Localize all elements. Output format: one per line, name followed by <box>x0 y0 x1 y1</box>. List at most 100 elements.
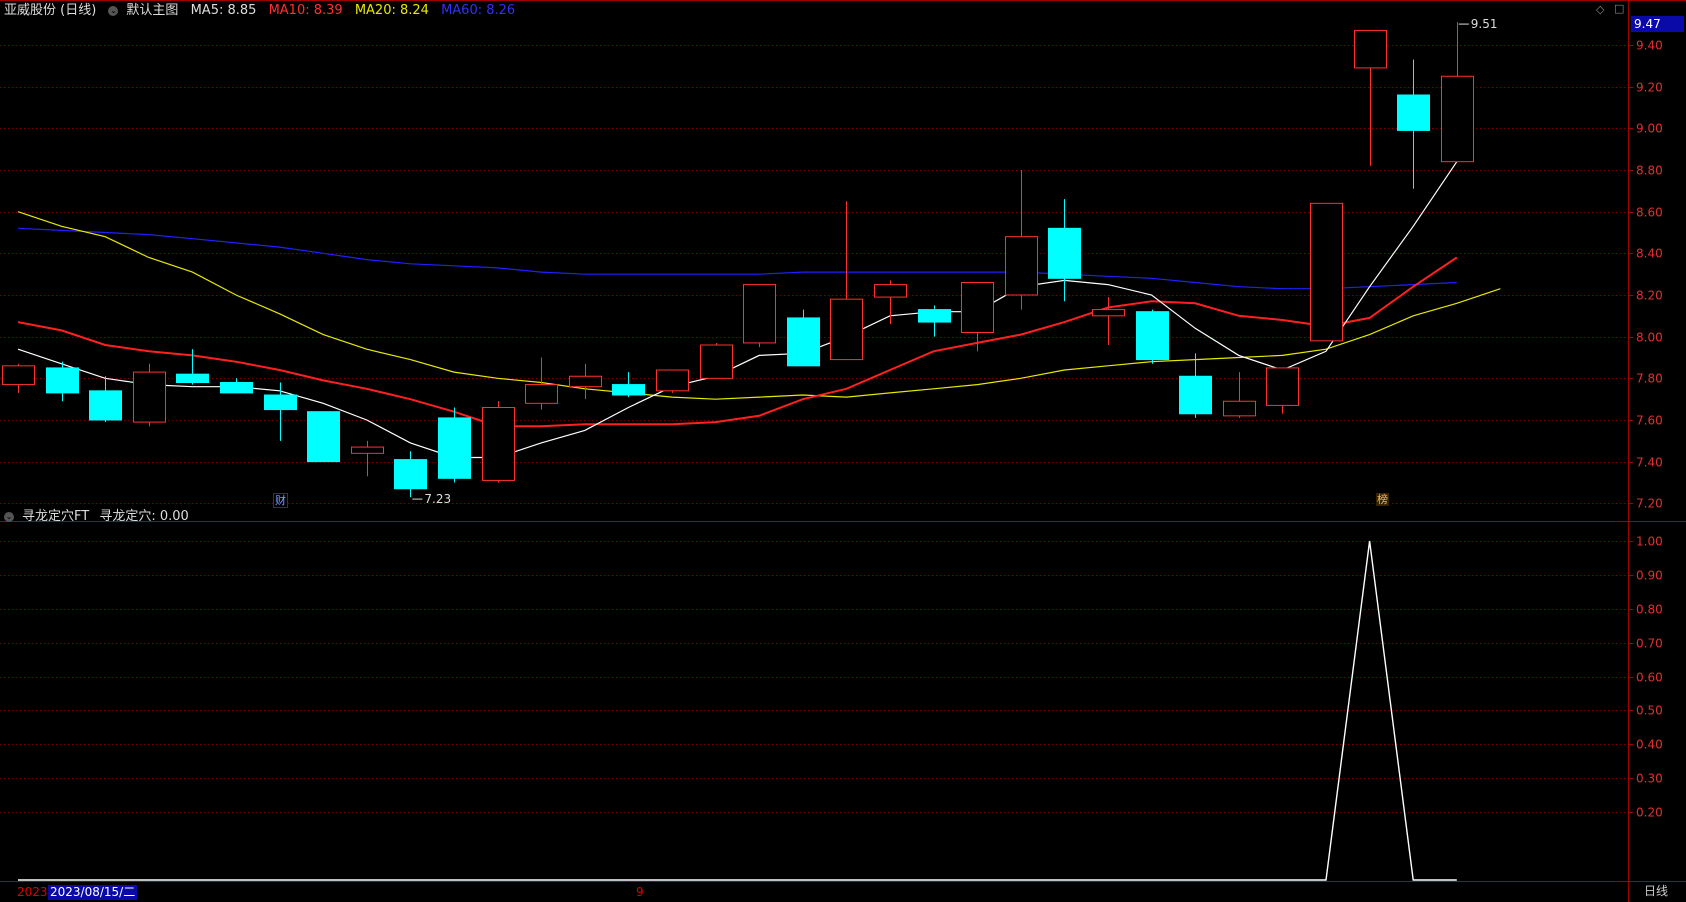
price-annotation: 7.23 <box>424 492 451 506</box>
candle-body <box>525 384 558 404</box>
candle-up <box>743 284 776 348</box>
candle-body <box>351 446 384 454</box>
candle-body <box>394 459 427 490</box>
candle-body <box>133 371 166 423</box>
candle-body <box>482 407 515 481</box>
candle-down <box>264 382 297 441</box>
main-chart-header: 亚威股份 (日线) ⌄ 默认主图 MA5: 8.85 MA10: 8.39 MA2… <box>4 2 523 20</box>
candle-body <box>656 369 689 392</box>
current-price-tag: 9.47 <box>1631 16 1684 32</box>
stock-chart[interactable]: 9.40 9.20 9.00 8.80 8.60 8.40 8.20 8.00 7.80 7.60… <box>0 0 1686 902</box>
main-tick-label: 9.00 <box>1636 122 1663 136</box>
candle-down <box>1397 59 1430 189</box>
candle-body <box>1223 400 1256 417</box>
main-tick-label: 7.80 <box>1636 372 1663 386</box>
candle-up <box>874 280 907 325</box>
candle-down <box>787 309 820 367</box>
indicator-tick-label: 0.20 <box>1636 806 1663 820</box>
indicator-tick-label: 1.00 <box>1636 535 1663 549</box>
candle-body <box>700 344 733 379</box>
candle-body <box>1179 375 1212 415</box>
cursor-date: 2023/08/15/二 <box>48 885 138 900</box>
candle-up <box>1005 170 1038 310</box>
candle-body <box>2 365 35 386</box>
price-annotation: 9.51 <box>1471 17 1498 31</box>
candle-body <box>264 394 297 411</box>
chevron-down-icon[interactable]: ⌄ <box>108 5 119 16</box>
candle-down <box>612 372 645 398</box>
candle-up <box>656 369 689 393</box>
indicator-name[interactable]: 寻龙定穴FT <box>22 509 89 524</box>
main-tick-label: 8.40 <box>1636 247 1663 261</box>
candle-body <box>176 373 209 383</box>
indicator-tick-label: 0.40 <box>1636 738 1663 752</box>
candle-up <box>830 201 863 361</box>
main-tick-label: 8.80 <box>1636 164 1663 178</box>
candle-body <box>918 309 951 323</box>
candle-up <box>569 363 602 400</box>
candle-up <box>351 440 384 477</box>
candle-up <box>133 363 166 427</box>
candle-body <box>307 411 340 463</box>
candle-down <box>1048 199 1081 302</box>
indicator-tick-label: 0.50 <box>1636 704 1663 718</box>
candle-up <box>2 363 35 393</box>
candle-down <box>1179 353 1212 418</box>
period-label[interactable]: 日线 <box>1644 884 1668 899</box>
main-tick-label: 7.20 <box>1636 497 1663 511</box>
candle-up <box>1310 202 1343 342</box>
ma10-label: MA10: 8.39 <box>268 3 343 18</box>
candle-down <box>220 378 253 394</box>
main-tick-label: 9.40 <box>1636 39 1663 53</box>
main-tick-label: 8.60 <box>1636 206 1663 220</box>
candle-body <box>961 282 994 333</box>
main-chart-label[interactable]: 默认主图 <box>126 3 178 18</box>
finance-marker[interactable]: 财 <box>273 493 288 508</box>
candle-body <box>830 298 863 361</box>
candle-body <box>1005 236 1038 296</box>
candle-body <box>1092 309 1125 317</box>
candle-body <box>46 367 79 394</box>
indicator-value: 寻龙定穴: 0.00 <box>99 509 189 524</box>
main-tick-label: 8.20 <box>1636 289 1663 303</box>
candle-body <box>1441 75 1474 163</box>
ma60-line <box>17 227 1457 290</box>
rank-marker[interactable]: 榜 <box>1376 493 1389 506</box>
candle-body <box>438 417 471 479</box>
candle-up <box>700 342 733 379</box>
main-tick-label: 8.00 <box>1636 331 1663 345</box>
candle-down <box>1136 309 1169 364</box>
candle-body <box>1266 367 1299 406</box>
candle-down <box>394 451 427 498</box>
diamond-icon[interactable]: ◇ <box>1596 3 1604 16</box>
ma20-label: MA20: 8.24 <box>354 3 429 18</box>
candle-up <box>525 357 558 410</box>
chevron-down-icon[interactable]: ⌄ <box>4 511 14 522</box>
main-tick-label: 7.60 <box>1636 414 1663 428</box>
candle-down <box>438 407 471 483</box>
indicator-tick-label: 0.90 <box>1636 569 1663 583</box>
stock-title[interactable]: 亚威股份 (日线) <box>4 3 96 18</box>
main-tick-label: 7.40 <box>1636 456 1663 470</box>
candle-down <box>89 376 122 423</box>
candle-body <box>1048 227 1081 279</box>
candle-up <box>1092 297 1125 345</box>
candle-body <box>569 375 602 388</box>
candle-body <box>1136 311 1169 361</box>
indicator-tick-label: 0.60 <box>1636 671 1663 685</box>
indicator-tick-label: 0.30 <box>1636 772 1663 786</box>
candle-up <box>1266 367 1299 414</box>
candle-body <box>1310 202 1343 342</box>
indicator-tick-label: 0.80 <box>1636 603 1663 617</box>
ma5-label: MA5: 8.85 <box>190 3 257 18</box>
candle-body <box>89 390 122 421</box>
grid <box>0 0 1686 902</box>
candle-body <box>1354 29 1387 69</box>
maximize-icon[interactable]: □ <box>1614 2 1624 15</box>
candle-body <box>1397 94 1430 131</box>
indicator-header: ⌄ 寻龙定穴FT 寻龙定穴: 0.00 <box>4 508 197 526</box>
main-tick-label: 9.20 <box>1636 81 1663 95</box>
candle-body <box>612 384 645 396</box>
candle-up <box>1441 22 1474 163</box>
month-label: 9 <box>636 885 644 899</box>
